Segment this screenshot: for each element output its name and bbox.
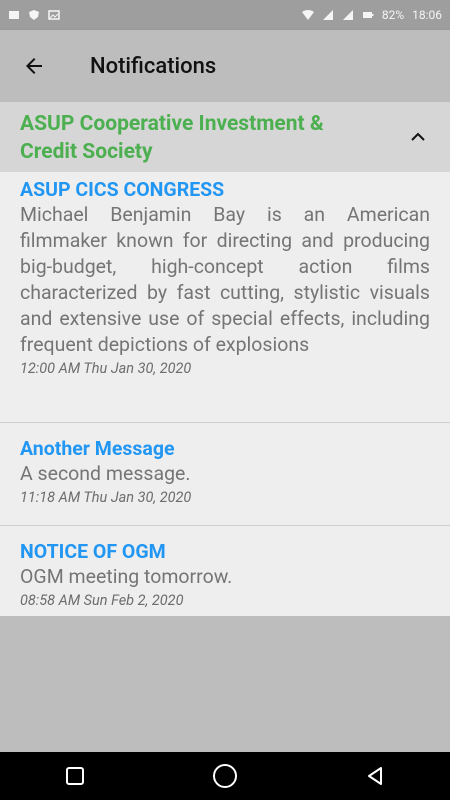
status-right-icons: 82% 18:06 (301, 8, 442, 22)
mail-icon (9, 11, 19, 19)
collapse-button[interactable] (408, 128, 428, 144)
battery-icon (362, 12, 374, 18)
back-nav-button[interactable] (355, 756, 395, 796)
group-title: ASUP Cooperative Investment & Credit Soc… (20, 112, 324, 164)
home-button[interactable] (205, 756, 245, 796)
message-item[interactable]: ASUP CICS CONGRESS Michael Benjamin Bay … (0, 172, 450, 423)
triangle-back-icon (368, 767, 382, 785)
signal-icon-2 (342, 10, 353, 20)
message-body: A second message. (20, 462, 191, 485)
app-bar: Notifications (0, 30, 450, 102)
message-title: Another Message (20, 437, 175, 460)
status-bar: 82% 18:06 (0, 0, 450, 30)
notifications-panel: ASUP Cooperative Investment & Credit Soc… (0, 102, 450, 617)
status-time: 18:06 (412, 8, 442, 22)
message-item[interactable]: Another Message A second message. 11:18 … (0, 423, 450, 526)
page-title: Notifications (90, 53, 217, 79)
battery-percentage: 82% (381, 8, 405, 22)
message-timestamp: 08:58 AM Sun Feb 2, 2020 (20, 592, 184, 609)
message-body: OGM meeting tomorrow. (20, 565, 233, 588)
square-icon (66, 767, 84, 785)
message-body: Michael Benjamin Bay is an American film… (20, 203, 430, 356)
navigation-bar (0, 752, 450, 800)
image-icon (48, 10, 60, 20)
status-left-icons (8, 9, 60, 21)
group-header[interactable]: ASUP Cooperative Investment & Credit Soc… (0, 102, 450, 172)
recents-button[interactable] (55, 756, 95, 796)
shield-icon (29, 10, 39, 20)
signal-icon (322, 10, 333, 20)
message-timestamp: 12:00 AM Thu Jan 30, 2020 (20, 360, 192, 377)
message-timestamp: 11:18 AM Thu Jan 30, 2020 (20, 489, 192, 506)
arrow-back-icon (26, 58, 42, 74)
message-title: ASUP CICS CONGRESS (20, 178, 225, 201)
message-item[interactable]: NOTICE OF OGM OGM meeting tomorrow. 08:5… (0, 526, 450, 617)
message-title: NOTICE OF OGM (20, 540, 166, 563)
circle-icon (213, 764, 237, 788)
wifi-icon (301, 10, 314, 20)
back-button[interactable] (14, 46, 54, 86)
chevron-up-icon (411, 132, 425, 141)
